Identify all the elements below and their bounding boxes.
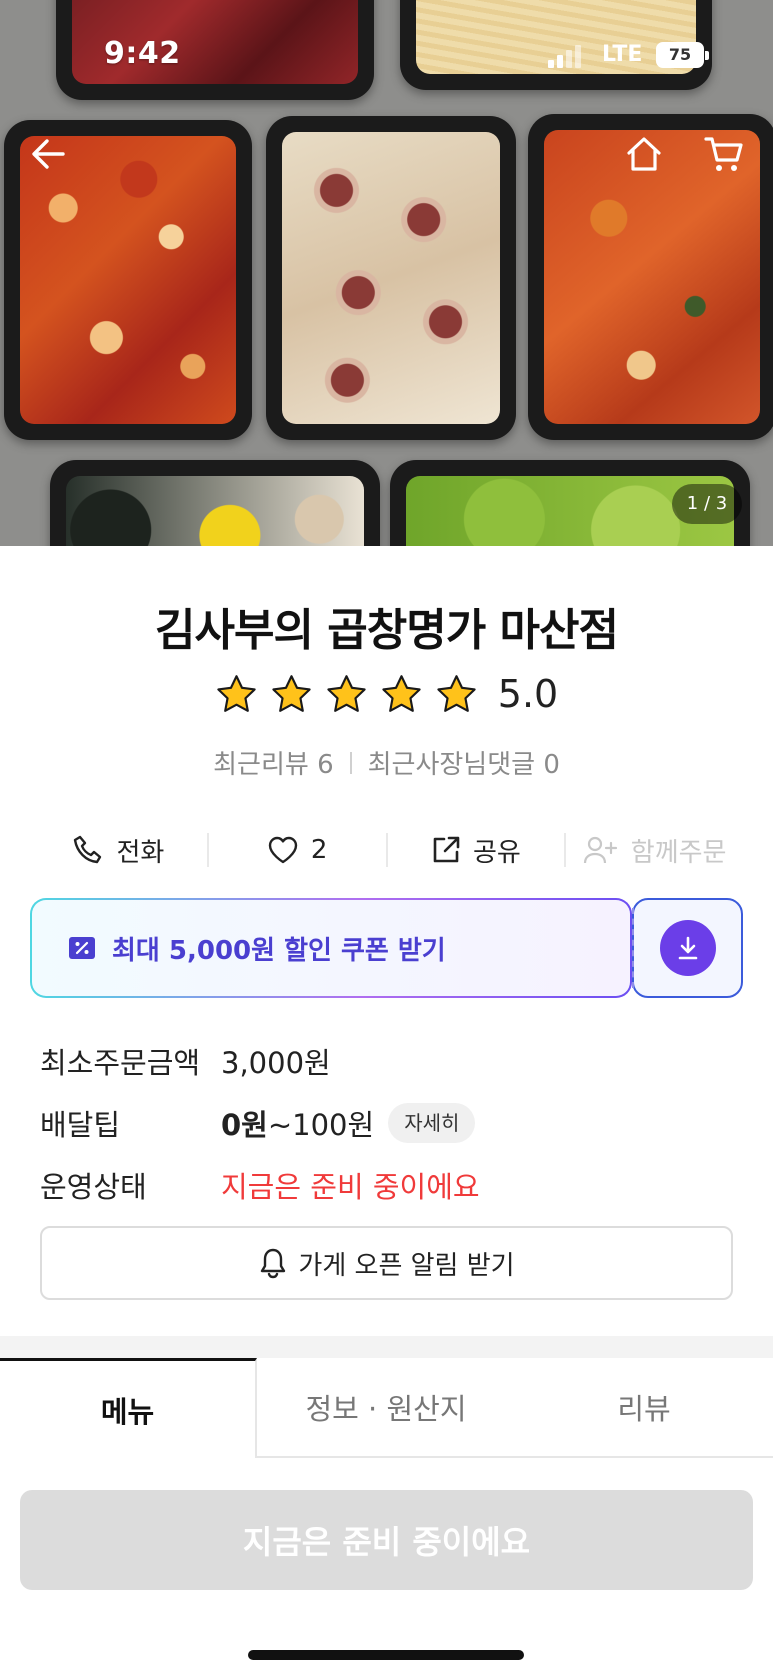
like-button[interactable]: 2 xyxy=(209,835,386,865)
order-button-disabled[interactable]: 지금은 준비 중이에요 xyxy=(20,1490,753,1590)
bell-icon xyxy=(261,1248,286,1279)
star-icon xyxy=(382,674,421,712)
heart-icon xyxy=(268,836,298,864)
food-tray-image xyxy=(50,460,380,546)
store-name: 김사부의 곱창명가 마산점 xyxy=(155,605,619,656)
star-icon xyxy=(327,674,366,712)
coupon-banner[interactable]: 최대 5,000원 할인 쿠폰 받기 xyxy=(30,898,743,998)
add-person-icon xyxy=(583,836,617,864)
home-icon[interactable] xyxy=(620,130,668,178)
store-photo-carousel[interactable]: 9:42 LTE 75 1 / 3 xyxy=(0,0,773,546)
coupon-icon xyxy=(69,937,95,959)
call-label: 전화 xyxy=(116,837,165,868)
review-summary[interactable]: 최근리뷰 6 최근사장님댓글 0 xyxy=(0,744,773,781)
share-label: 공유 xyxy=(472,837,521,868)
delivery-tip-row: 배달팁 0원 ~100원 자세히 xyxy=(40,1102,476,1144)
min-order-value: 3,000원 xyxy=(221,1046,331,1080)
store-tabs: 메뉴 정보 · 원산지 리뷰 xyxy=(0,1358,773,1458)
download-icon xyxy=(678,936,697,960)
delivery-tip-min: 0원 xyxy=(221,1108,268,1142)
coupon-text: 최대 5,000원 할인 쿠폰 받기 xyxy=(112,935,446,966)
rating-row: 5.0 xyxy=(0,672,773,716)
store-status-value: 지금은 준비 중이에요 xyxy=(221,1170,480,1204)
tab-menu[interactable]: 메뉴 xyxy=(0,1358,257,1458)
image-page-counter: 1 / 3 xyxy=(672,484,742,524)
phone-icon xyxy=(74,835,102,864)
coupon-download-button[interactable] xyxy=(632,898,743,998)
share-icon xyxy=(433,836,460,863)
min-order-row: 최소주문금액 3,000원 xyxy=(40,1040,331,1082)
store-open-alert-button[interactable]: 가게 오픈 알림 받기 xyxy=(40,1226,733,1300)
owner-replies-count[interactable]: 최근사장님댓글 0 xyxy=(368,744,560,781)
group-order-label: 함께주문 xyxy=(630,837,727,868)
min-order-label: 최소주문금액 xyxy=(40,1046,201,1080)
back-arrow-icon[interactable] xyxy=(24,130,72,178)
signal-icon xyxy=(548,44,582,68)
food-tray-image xyxy=(266,116,516,440)
home-indicator[interactable] xyxy=(248,1650,524,1660)
coupon-main[interactable]: 최대 5,000원 할인 쿠폰 받기 xyxy=(30,898,632,998)
star-icon xyxy=(272,674,311,712)
status-time: 9:42 xyxy=(104,36,181,71)
group-order-button[interactable]: 함께주문 xyxy=(566,832,743,869)
like-count: 2 xyxy=(310,835,328,865)
cart-icon[interactable] xyxy=(700,130,748,178)
network-type: LTE xyxy=(602,42,643,67)
rating-value: 5.0 xyxy=(497,672,559,716)
share-button[interactable]: 공유 xyxy=(388,832,565,869)
store-status-label: 운영상태 xyxy=(40,1170,147,1204)
status-bar: 9:42 LTE 75 xyxy=(0,0,773,110)
delivery-tip-label: 배달팁 xyxy=(40,1108,121,1142)
store-actions: 전화 2 공유 함께주문 xyxy=(30,820,743,880)
section-divider xyxy=(0,1336,773,1358)
call-button[interactable]: 전화 xyxy=(30,832,207,869)
delivery-tip-max: ~100원 xyxy=(267,1108,375,1142)
recent-reviews-count[interactable]: 최근리뷰 6 xyxy=(213,744,334,781)
delivery-tip-detail-button[interactable]: 자세히 xyxy=(388,1103,476,1143)
battery-icon: 75 xyxy=(656,42,709,68)
divider xyxy=(349,751,352,774)
star-icon xyxy=(217,674,256,712)
tab-info-origin[interactable]: 정보 · 원산지 xyxy=(257,1358,515,1458)
star-icon xyxy=(437,674,476,712)
store-open-alert-label: 가게 오픈 알림 받기 xyxy=(298,1250,515,1281)
tab-reviews[interactable]: 리뷰 xyxy=(515,1358,773,1458)
store-status-row: 운영상태 지금은 준비 중이에요 xyxy=(40,1164,480,1206)
